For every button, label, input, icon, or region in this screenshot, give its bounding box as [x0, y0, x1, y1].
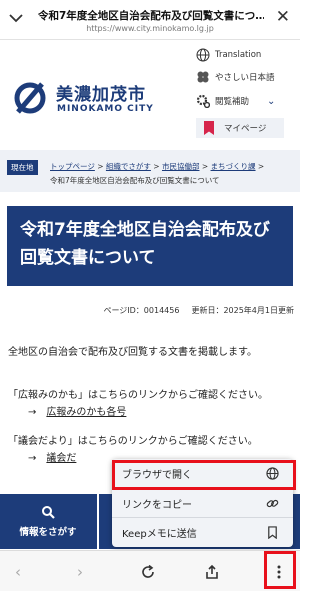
gikai-link[interactable]: 議会だ	[46, 453, 76, 464]
arrow-icon: →	[28, 407, 37, 418]
browser-top-bar: 令和7年度全地区自治会配布及び回覧文書につ… https://www.city.…	[0, 0, 300, 40]
close-icon[interactable]: ✕	[276, 9, 290, 26]
search-info-tile[interactable]: 情報をさがす	[0, 494, 96, 549]
easy-japanese-label: やさしい日本語	[215, 73, 275, 83]
search-icon	[42, 506, 55, 519]
mypage-button[interactable]: マイページ	[196, 118, 284, 138]
site-name-en: MINOKAMO CITY	[57, 104, 154, 114]
page-meta: ページID：0014456 更新日：2025年4月1日更新	[103, 305, 294, 316]
gikai-text: 「議会だより」はこちらのリンクからご確認ください。	[8, 436, 258, 447]
mypage-label: マイページ	[224, 124, 267, 134]
koho-link[interactable]: 広報みのかも各号	[46, 407, 126, 418]
url-text: https://www.city.minokamo.lg.jp	[86, 24, 214, 33]
gear-icon	[196, 94, 210, 108]
intro-text: 全地区の自治会で配布及び回覧する文書を掲載します。	[8, 347, 257, 358]
page-id: ページID：0014456	[103, 306, 180, 315]
link-icon	[266, 499, 279, 508]
site-header: 美濃加茂市 MINOKAMO CITY Translation やさしい日本語 …	[0, 40, 300, 150]
breadcrumb-link-dept[interactable]: 市民協働部	[162, 162, 200, 171]
send-to-keep-item[interactable]: Keepメモに送信	[112, 518, 293, 547]
browser-bottom-bar: ‹ ›	[0, 550, 300, 591]
clover-icon	[197, 71, 209, 83]
arrow-icon: →	[28, 453, 37, 464]
tile-divider	[97, 494, 99, 549]
reading-aid-menu[interactable]: 閲覧補助 ⌄	[196, 94, 275, 108]
current-location-badge: 現在地	[7, 160, 38, 175]
city-logo-icon	[14, 82, 46, 114]
tab-title: 令和7年度全地区自治会配布及び回覧文書につ…	[38, 10, 264, 22]
open-in-browser-highlight	[112, 460, 296, 490]
reading-aid-label: 閲覧補助	[215, 97, 250, 107]
breadcrumb-link-org[interactable]: 組織でさがす	[106, 162, 151, 171]
site-name-jp[interactable]: 美濃加茂市	[56, 80, 146, 105]
koho-paragraph: 「広報みのかも」はこちらのリンクからご確認ください。 → 広報みのかも各号	[8, 387, 293, 421]
send-to-keep-label: Keepメモに送信	[122, 529, 197, 540]
copy-link-item[interactable]: リンクをコピー	[112, 489, 293, 518]
koho-text: 「広報みのかも」はこちらのリンクからご確認ください。	[8, 390, 268, 401]
chevron-down-icon: ⌄	[267, 95, 276, 107]
easy-japanese-link[interactable]: やさしい日本語	[196, 70, 275, 84]
breadcrumb: 現在地 トップページ > 組織でさがす > 市民協働部 > まちづくり課 > 令…	[0, 150, 300, 192]
page-title: 令和7年度全地区自治会配布及び回覧文書について	[7, 206, 293, 286]
search-info-label: 情報をさがす	[19, 527, 77, 538]
bookmark-icon	[204, 121, 214, 135]
bookmark-icon	[268, 526, 277, 539]
translation-label: Translation	[215, 50, 262, 60]
translation-link[interactable]: Translation	[196, 48, 261, 62]
breadcrumb-link-top[interactable]: トップページ	[50, 162, 95, 171]
breadcrumb-current: 令和7年度全地区自治会配布及び回覧文書について	[50, 176, 220, 185]
forward-icon[interactable]: ›	[71, 563, 89, 581]
updated-date: 更新日：2025年4月1日更新	[191, 306, 294, 315]
reload-icon[interactable]	[139, 563, 157, 581]
share-icon[interactable]	[203, 563, 221, 581]
globe-icon	[196, 48, 210, 62]
back-icon[interactable]: ‹	[9, 563, 27, 581]
copy-link-label: リンクをコピー	[122, 500, 192, 511]
more-options-highlight	[264, 551, 296, 589]
breadcrumb-link-section[interactable]: まちづくり課	[211, 162, 256, 171]
